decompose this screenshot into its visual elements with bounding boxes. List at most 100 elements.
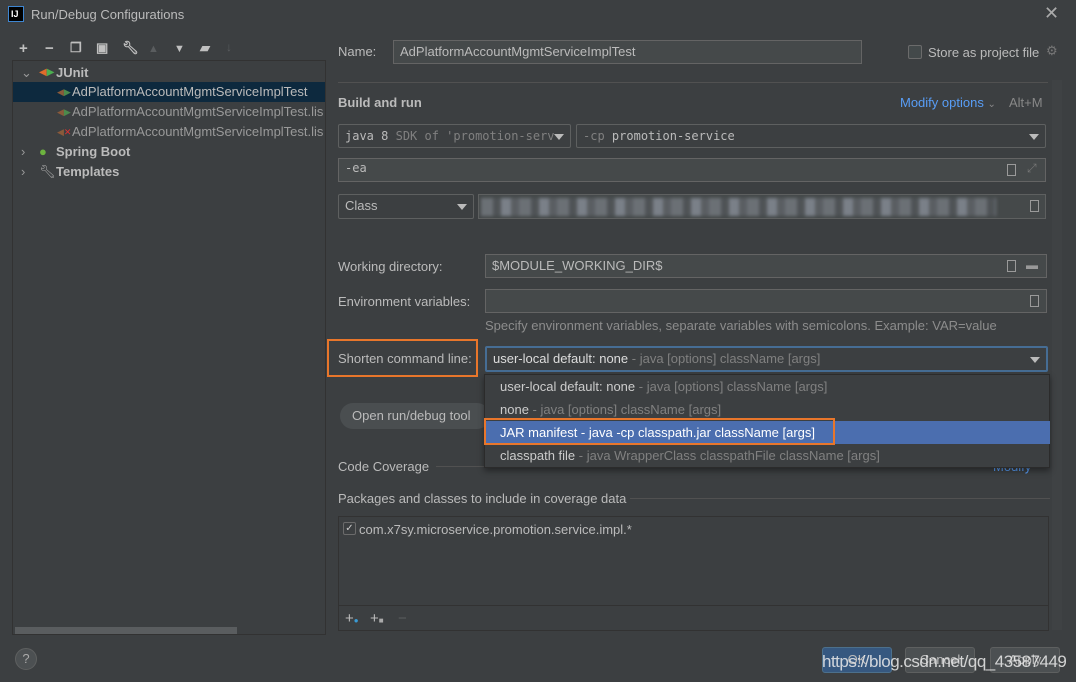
- open-tool-button[interactable]: Open run/debug tool: [340, 403, 490, 429]
- cp-prefix: -cp: [583, 129, 605, 143]
- divider: [436, 466, 486, 467]
- divider: [338, 82, 1048, 83]
- jre-hint: SDK of 'promotion-serv: [395, 129, 555, 143]
- jre-value: java 8: [345, 129, 389, 143]
- config-tree[interactable]: ⌄ ◀▶ JUnit ◀▶ AdPlatformAccountMgmtServi…: [12, 60, 326, 635]
- tree-item-spring-boot[interactable]: › ● Spring Boot: [13, 142, 323, 162]
- chevron-down-icon: [554, 134, 564, 140]
- horizontal-scrollbar[interactable]: [15, 627, 237, 634]
- new-folder-icon[interactable]: ▰: [200, 40, 210, 56]
- shorten-select[interactable]: user-local default: none - java [options…: [485, 346, 1048, 372]
- main-class-input[interactable]: [478, 194, 1046, 219]
- vm-options-input[interactable]: -ea: [338, 158, 1046, 182]
- class-kind-select[interactable]: Class: [338, 194, 474, 219]
- modify-options-link[interactable]: Modify options ⌄: [900, 95, 996, 110]
- wrench-icon: 🔧︎: [39, 164, 56, 179]
- sort-icon: ↓: [226, 40, 232, 54]
- chevron-down-icon: [457, 204, 467, 210]
- jre-select[interactable]: java 8 SDK of 'promotion-serv: [338, 124, 571, 148]
- tree-label: Spring Boot: [56, 144, 131, 159]
- chevron-down-icon: [1030, 357, 1040, 363]
- add-package-icon[interactable]: +●: [345, 610, 359, 627]
- document-icon[interactable]: [1030, 200, 1039, 212]
- modify-options-label: Modify options: [900, 95, 984, 110]
- chevron-right-icon[interactable]: ›: [21, 142, 25, 162]
- document-icon[interactable]: [1007, 260, 1016, 272]
- tree-item-templates[interactable]: › 🔧︎ Templates: [13, 162, 323, 182]
- document-icon[interactable]: [1007, 164, 1016, 176]
- name-input[interactable]: AdPlatformAccountMgmtServiceImplTest: [393, 40, 862, 64]
- classpath-select[interactable]: -cp promotion-service: [576, 124, 1046, 148]
- tree-label: AdPlatformAccountMgmtServiceImplTest: [72, 84, 308, 99]
- section-build-run: Build and run: [338, 95, 422, 110]
- chevron-down-icon[interactable]: ⌄: [21, 63, 32, 83]
- divider: [339, 605, 1048, 606]
- window-title: Run/Debug Configurations: [31, 7, 185, 22]
- gear-icon[interactable]: ⚙: [1046, 43, 1058, 59]
- junit-icon: ◀▶: [39, 67, 55, 78]
- section-code-coverage: Code Coverage: [338, 459, 430, 474]
- shorten-value: user-local default: none: [493, 351, 629, 366]
- close-icon[interactable]: ✕: [1044, 3, 1059, 24]
- shorten-label: Shorten command line:: [338, 351, 472, 366]
- arrow-down-icon[interactable]: ▼: [174, 43, 185, 55]
- tree-item-config[interactable]: ◀▶ AdPlatformAccountMgmtServiceImplTest.…: [13, 102, 325, 122]
- working-dir-input[interactable]: $MODULE_WORKING_DIR$: [485, 254, 1047, 278]
- package-checkbox[interactable]: ✓: [343, 522, 356, 535]
- tree-item-junit[interactable]: ⌄ ◀▶ JUnit: [13, 63, 323, 83]
- wrench-icon[interactable]: 🔧︎: [122, 40, 139, 56]
- dropdown-option[interactable]: user-local default: none - java [options…: [485, 375, 1050, 398]
- packages-label: Packages and classes to include in cover…: [338, 491, 627, 506]
- tree-label: AdPlatformAccountMgmtServiceImplTest.lis: [72, 124, 324, 139]
- dropdown-option[interactable]: classpath file - java WrapperClass class…: [485, 444, 1050, 467]
- shorten-hint: - java [options] className [args]: [628, 351, 821, 366]
- expand-icon[interactable]: ⤢: [1027, 161, 1037, 176]
- save-icon[interactable]: ▣: [96, 40, 108, 56]
- plus-icon[interactable]: +: [19, 40, 28, 57]
- junit-test-icon: ◀▶: [57, 87, 71, 97]
- env-input[interactable]: [485, 289, 1047, 313]
- open-tool-label: Open run/debug tool: [352, 408, 471, 423]
- chevron-down-icon: [1029, 134, 1039, 140]
- env-label: Environment variables:: [338, 294, 471, 309]
- class-kind-value: Class: [345, 198, 378, 213]
- copy-icon[interactable]: ❐: [70, 40, 82, 56]
- vertical-scrollbar[interactable]: [1052, 80, 1062, 630]
- help-button[interactable]: ?: [15, 648, 37, 670]
- option-hint: - java [options] className [args]: [528, 402, 722, 417]
- highlight-box: [484, 418, 835, 445]
- cp-value: promotion-service: [611, 129, 735, 143]
- chevron-down-icon: ⌄: [987, 99, 996, 110]
- tree-label: Templates: [56, 164, 120, 179]
- tree-item-config[interactable]: ◀✕ AdPlatformAccountMgmtServiceImplTest.…: [13, 122, 325, 142]
- junit-test-error-icon: ◀✕: [57, 127, 72, 137]
- spring-boot-icon: ●: [39, 144, 47, 159]
- option-hint: - java [options] className [args]: [635, 379, 828, 394]
- option-main: user-local default: none: [500, 379, 636, 394]
- arrow-up-icon: ▲: [148, 43, 159, 55]
- remove-icon: −: [398, 610, 407, 627]
- working-dir-label: Working directory:: [338, 259, 443, 274]
- app-icon: IJ: [8, 6, 24, 22]
- env-hint: Specify environment variables, separate …: [485, 318, 997, 333]
- tree-item-config[interactable]: ◀▶ AdPlatformAccountMgmtServiceImplTest: [13, 82, 325, 102]
- name-label: Name:: [338, 44, 377, 59]
- blurred-content: [481, 198, 996, 216]
- junit-test-icon: ◀▶: [57, 107, 71, 117]
- watermark: https://blog.csdn.net/qq_43587449: [822, 652, 1067, 671]
- divider: [630, 498, 1050, 499]
- chevron-right-icon[interactable]: ›: [21, 162, 25, 182]
- packages-list[interactable]: ✓ com.x7sy.microservice.promotion.servic…: [338, 516, 1049, 631]
- option-main: none: [500, 402, 529, 417]
- tree-label: JUnit: [56, 65, 89, 80]
- modify-shortcut: Alt+M: [1009, 95, 1043, 110]
- package-entry: com.x7sy.microservice.promotion.service.…: [359, 522, 632, 537]
- folder-icon[interactable]: ▬: [1026, 258, 1038, 272]
- option-hint: - java WrapperClass classpathFile classN…: [575, 448, 880, 463]
- store-label[interactable]: Store as project file: [928, 45, 1039, 60]
- add-class-icon[interactable]: +■: [370, 610, 384, 627]
- store-checkbox[interactable]: [908, 45, 922, 59]
- document-icon[interactable]: [1030, 295, 1039, 307]
- minus-icon[interactable]: −: [45, 40, 54, 57]
- tree-label: AdPlatformAccountMgmtServiceImplTest.lis: [72, 104, 324, 119]
